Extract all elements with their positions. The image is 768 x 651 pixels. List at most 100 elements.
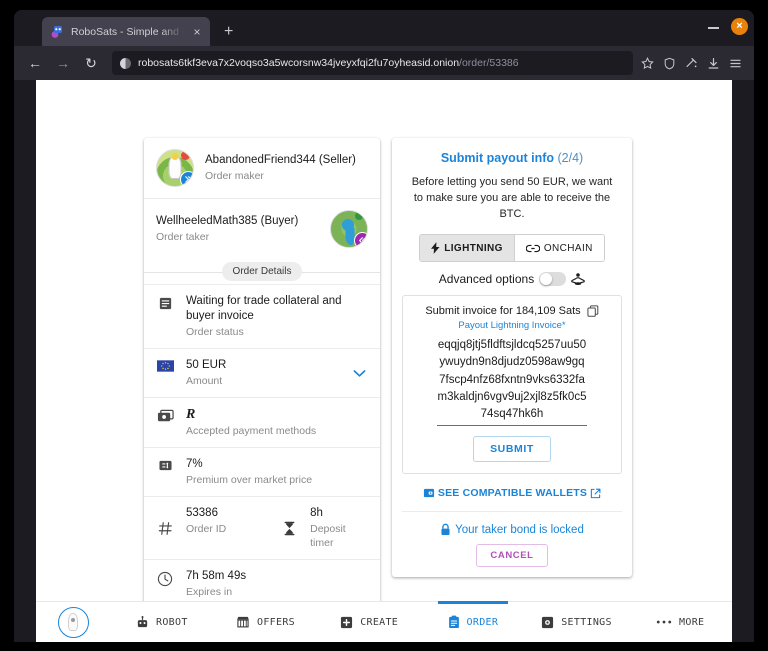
price-tag-icon xyxy=(154,457,176,472)
storefront-icon xyxy=(236,616,250,628)
nav-item-order[interactable]: ORDER xyxy=(421,601,525,642)
robot-icon xyxy=(136,615,149,629)
lightning-toggle-button[interactable]: LIGHTNING xyxy=(420,235,514,262)
new-tab-button[interactable]: + xyxy=(224,24,233,40)
payment-method-glyph: R xyxy=(186,407,196,423)
avatar[interactable] xyxy=(330,210,368,248)
close-window-icon[interactable]: × xyxy=(731,18,748,35)
dual-detail: 53386 Order ID 8h Deposit timer xyxy=(154,506,368,550)
nav-item-offers[interactable]: OFFERS xyxy=(214,602,318,642)
close-icon[interactable]: × xyxy=(190,26,204,38)
payout-method-toggle-group: LIGHTNING ONCHAIN xyxy=(419,234,605,263)
detail-row-amount[interactable]: 50 EUR Amount xyxy=(144,349,380,399)
bookmark-star-icon[interactable] xyxy=(641,56,654,70)
copy-icon[interactable] xyxy=(587,305,599,317)
chevron-down-icon[interactable] xyxy=(353,369,368,378)
back-icon[interactable]: ← xyxy=(22,50,48,76)
detail-texts: R Accepted payment methods xyxy=(186,407,368,438)
avatar-accent xyxy=(355,212,363,220)
hourglass-icon xyxy=(278,506,300,550)
deposit-timer-value: 8h xyxy=(310,506,323,519)
nav-item-settings[interactable]: SETTINGS xyxy=(525,602,629,642)
detail-row-order-id: 53386 Order ID 8h Deposit timer xyxy=(144,497,380,561)
invoice-heading: Submit invoice for 184,109 Sats xyxy=(425,305,581,318)
lightning-toggle-label: LIGHTNING xyxy=(444,242,503,254)
url-text: robosats6tkf3eva7x2voqso3a5wcorsnw34jvey… xyxy=(138,57,519,69)
order-details-card: AbandonedFriend344 (Seller) Order maker … xyxy=(144,138,380,615)
eu-flag-icon xyxy=(154,358,176,372)
advanced-options-toggle[interactable] xyxy=(539,272,567,287)
bolt-icon xyxy=(431,242,440,254)
window-controls: × xyxy=(708,18,748,35)
onchain-toggle-button[interactable]: ONCHAIN xyxy=(513,235,604,262)
detail-texts: 7h 58m 49s Expires in xyxy=(186,569,368,599)
nav-label: SETTINGS xyxy=(561,616,612,628)
page-content: AbandonedFriend344 (Seller) Order maker … xyxy=(36,80,732,615)
see-compatible-wallets-link[interactable]: SEE COMPATIBLE WALLETS xyxy=(402,487,622,513)
user-robot-avatar[interactable] xyxy=(57,606,89,638)
deposit-timer-label: Deposit timer xyxy=(310,522,346,549)
clock-icon xyxy=(154,569,176,587)
order-status-value: Waiting for trade collateral and buyer i… xyxy=(186,295,342,322)
more-horiz-icon xyxy=(656,619,672,625)
shield-icon[interactable] xyxy=(663,57,676,70)
bond-status-label: Your taker bond is locked xyxy=(455,523,584,536)
payment-methods-label: Accepted payment methods xyxy=(186,424,317,437)
avatar-accent xyxy=(181,151,190,160)
forward-icon[interactable]: → xyxy=(50,50,76,76)
reload-icon[interactable]: ↻ xyxy=(78,50,104,76)
advanced-options-row: Advanced options xyxy=(402,272,622,287)
self-improvement-icon xyxy=(571,272,586,286)
privacy-shield-icon xyxy=(120,57,131,69)
nav-item-robot[interactable]: ROBOT xyxy=(110,602,214,642)
taker-info: WellheeledMath385 (Buyer) Order taker xyxy=(156,214,319,244)
browser-tab[interactable]: RoboSats - Simple and Private Bitcoin Ex… xyxy=(42,17,210,46)
order-details-chip[interactable]: Order Details xyxy=(221,262,303,281)
expires-in-value: 7h 58m 49s xyxy=(186,570,247,583)
nav-label: CREATE xyxy=(360,616,399,628)
order-id-group: 53386 Order ID xyxy=(154,506,278,550)
invoice-field-label: Payout Lightning Invoice* xyxy=(458,320,566,332)
bottom-navigation: ROBOT OFFERS CREATE ORDER SETTINGS MORE xyxy=(36,601,732,642)
avatar[interactable] xyxy=(156,149,194,187)
robosats-favicon xyxy=(50,24,65,39)
browser-toolbar: ← → ↻ robosats6tkf3eva7x2voqso3a5wcorsnw… xyxy=(14,46,754,80)
url-bar[interactable]: robosats6tkf3eva7x2voqso3a5wcorsnw34jvey… xyxy=(112,51,633,75)
extensions-icon[interactable] xyxy=(685,57,698,70)
downloads-icon[interactable] xyxy=(707,57,720,70)
wallet-icon xyxy=(423,487,435,499)
nav-avatar-wrap xyxy=(36,606,110,638)
nav-item-create[interactable]: CREATE xyxy=(317,602,421,642)
add-box-icon xyxy=(340,616,353,629)
advanced-options-label: Advanced options xyxy=(438,272,535,287)
maker-badge-icon xyxy=(180,171,193,186)
nav-item-more[interactable]: MORE xyxy=(628,602,732,642)
settings-icon xyxy=(541,616,554,629)
payments-icon xyxy=(154,407,176,423)
detail-texts: Waiting for trade collateral and buyer i… xyxy=(186,294,368,339)
order-maker-row: AbandonedFriend344 (Seller) Order maker xyxy=(144,138,380,199)
premium-label: Premium over market price xyxy=(186,473,313,486)
order-details-divider: Order Details xyxy=(144,259,380,285)
cancel-button[interactable]: CANCEL xyxy=(476,544,548,568)
taker-role: Order taker xyxy=(156,230,210,243)
minimize-icon[interactable] xyxy=(708,21,719,32)
payout-info-card: Submit payout info (2/4) Before letting … xyxy=(392,138,632,578)
url-path: /order/53386 xyxy=(459,57,519,69)
order-status-label: Order status xyxy=(186,325,244,338)
open-in-new-icon xyxy=(590,488,601,499)
invoice-input[interactable]: eqqjq8jtj5fldftsjldcq5257uu50ywuydn9n8dj… xyxy=(437,337,587,427)
taker-name: WellheeledMath385 (Buyer) xyxy=(156,215,299,228)
tab-strip: RoboSats - Simple and Private Bitcoin Ex… xyxy=(14,10,754,46)
taker-badge-icon xyxy=(354,232,367,247)
payout-step: (2/4) xyxy=(557,151,584,165)
assignment-icon xyxy=(448,615,460,629)
amount-value: 50 EUR xyxy=(186,359,227,372)
menu-icon[interactable] xyxy=(729,57,742,70)
premium-value: 7% xyxy=(186,457,203,470)
nav-label: MORE xyxy=(679,616,705,628)
nav-items: ROBOT OFFERS CREATE ORDER SETTINGS MORE xyxy=(110,601,732,642)
detail-row-payment-methods: R Accepted payment methods xyxy=(144,398,380,448)
invoice-heading-row: Submit invoice for 184,109 Sats xyxy=(411,305,613,317)
submit-button[interactable]: SUBMIT xyxy=(473,436,551,463)
